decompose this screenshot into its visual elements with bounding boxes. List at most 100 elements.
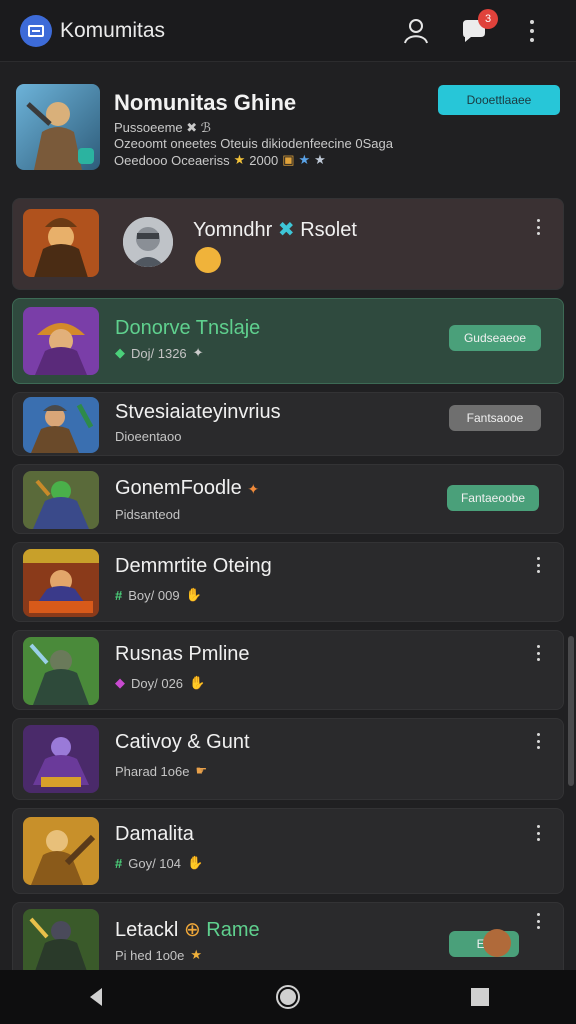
more-icon [535,219,541,235]
featured-meta-3-label: Oeedooo Oceaeriss [114,152,230,168]
hand-point-icon: ☛ [195,763,208,778]
item-subtitle: Pidsanteod [115,507,181,522]
featured-community: Nomunitas Ghine Pussoeeme ✖ ℬ Ozeoomt on… [0,72,576,190]
list-item[interactable]: Letackl ⊕ Rame Pi hed 1o0e ★ Ea [12,902,564,978]
avatar [483,929,511,957]
item-action-button[interactable]: Fantaeoobe [447,485,539,511]
star-icon: ★ [190,947,203,962]
item-subtitle: Pharad 1o6e ☛ [115,763,207,779]
item-more-button[interactable] [535,733,541,749]
more-icon [535,645,541,661]
item-action-button[interactable]: Fantsaooe [449,405,541,431]
hashtag-icon: # [115,587,123,603]
app-root: Komumitas 3 Nomunitas Ghine Pussoeeme ✖ … [0,0,576,1024]
item-title-extra: Rame [206,919,260,941]
gem-icon: ✦ [192,345,204,360]
item-title: Damalita [115,823,194,845]
game-thumbnail [23,307,99,375]
item-subtitle-text: Goy/ 104 [128,855,181,871]
more-icon [529,19,535,42]
item-subtitle-text: Boy/ 009 [128,587,180,603]
more-icon [535,557,541,573]
item-subtitle: # Goy/ 104 ✋ [115,855,203,871]
item-subtitle: Dioeentaoo [115,429,182,444]
list-item[interactable]: Demmrtite Oteing # Boy/ 009 ✋ [12,542,564,622]
list-item[interactable]: Damalita # Goy/ 104 ✋ [12,808,564,894]
item-subtitle: # Boy/ 009 ✋ [115,587,202,603]
leaf-icon: ◆ [115,345,125,360]
hashtag-icon: # [115,855,123,871]
item-title: Stvesiaiateyinvrius [115,401,281,423]
list-item[interactable]: GonemFoodle ✦ Pidsanteod Fantaeoobe [12,464,564,534]
item-title-main: GonemFoodle [115,477,242,499]
avatar[interactable] [123,217,173,267]
featured-game-image[interactable] [16,84,100,170]
featured-action-button[interactable]: Dooettlaaee [438,85,560,115]
messages-button[interactable]: 3 [458,8,498,47]
item-title-main: Letackl [115,919,179,941]
recents-icon [471,988,489,1006]
recents-button[interactable] [456,973,504,1021]
list-item[interactable]: Stvesiaiateyinvrius Dioeentaoo Fantsaooe [12,392,564,456]
more-icon [535,913,541,929]
featured-title: Nomunitas Ghine [114,90,297,115]
featured-meta-3: Oeedooo Oceaeriss ★ 2000 ▣ ★ ★ [114,152,326,168]
emoji-icon [195,247,221,273]
item-subtitle-text: Pi hed 1o0e [115,947,185,963]
item-more-button[interactable] [535,645,541,661]
item-title: Rusnas Pmline [115,643,250,665]
hand-icon: ✋ [185,587,202,602]
item-more-button[interactable] [535,913,541,929]
system-nav-bar [0,970,576,1024]
home-button[interactable] [264,973,312,1021]
game-thumbnail [23,909,99,977]
app-title: Komumitas [60,18,166,42]
top-app-bar: Komumitas 3 [0,0,576,62]
item-title: GonemFoodle ✦ [115,477,259,500]
item-title: Letackl ⊕ Rame [115,917,260,942]
back-icon [90,988,102,1006]
game-thumbnail [23,549,99,617]
item-title: Yomndhr ✖ Rsolet [193,217,357,242]
more-icon [535,733,541,749]
item-subtitle-text: Doj/ 1326 [131,345,187,361]
app-logo-icon [20,14,52,47]
item-more-button[interactable] [535,825,541,841]
list-item[interactable]: Rusnas Pmline ◆ Doy/ 026 ✋ [12,630,564,710]
search-icon: ⊕ [183,919,201,941]
trophy-icon: ▣ [282,152,295,167]
list-item[interactable]: Cativoy & Gunt Pharad 1o6e ☛ [12,718,564,800]
back-button[interactable] [72,973,120,1021]
list-item[interactable]: Donorve Tnslaje ◆ Doj/ 1326 ✦ Gudseaeoe [12,298,564,384]
item-more-button[interactable] [535,557,541,573]
featured-meta-1: Pussoeeme ✖ ℬ [114,120,211,135]
profile-button[interactable] [400,15,432,47]
cross-icon: ✖ [277,219,295,241]
item-subtitle: ◆ Doj/ 1326 ✦ [115,345,204,361]
item-more-button[interactable] [535,219,541,235]
game-thumbnail [23,637,99,705]
item-title: Cativoy & Gunt [115,731,250,753]
item-subtitle-text: Doy/ 026 [131,675,184,691]
star-silver-icon: ★ [314,152,326,167]
scrollbar[interactable] [568,636,574,786]
star-icon: ★ [233,152,246,167]
item-title-main: Yomndhr [193,219,273,241]
list-item[interactable]: Yomndhr ✖ Rsolet [12,198,564,290]
paint-icon: ◆ [115,675,125,690]
more-icon [535,825,541,841]
featured-meta-2: Ozeoomt oneetes Oteuis dikiodenfeecine 0… [114,136,393,151]
game-thumbnail [23,397,99,453]
item-title: Demmrtite Oteing [115,555,272,577]
hand-icon: ✋ [187,855,204,870]
spark-icon: ✦ [247,481,260,497]
hand-icon: ✋ [189,675,206,690]
game-thumbnail [23,471,99,529]
star-blue-icon: ★ [298,152,311,167]
game-thumbnail [23,209,99,277]
item-subtitle-text: Pharad 1o6e [115,763,190,779]
more-options-button[interactable] [516,15,548,47]
item-action-button[interactable]: Gudseaeoe [449,325,541,351]
community-list: Yomndhr ✖ Rsolet Donorve Tnslaje ◆ Doj/ … [12,198,564,986]
item-title: Donorve Tnslaje [115,317,261,339]
